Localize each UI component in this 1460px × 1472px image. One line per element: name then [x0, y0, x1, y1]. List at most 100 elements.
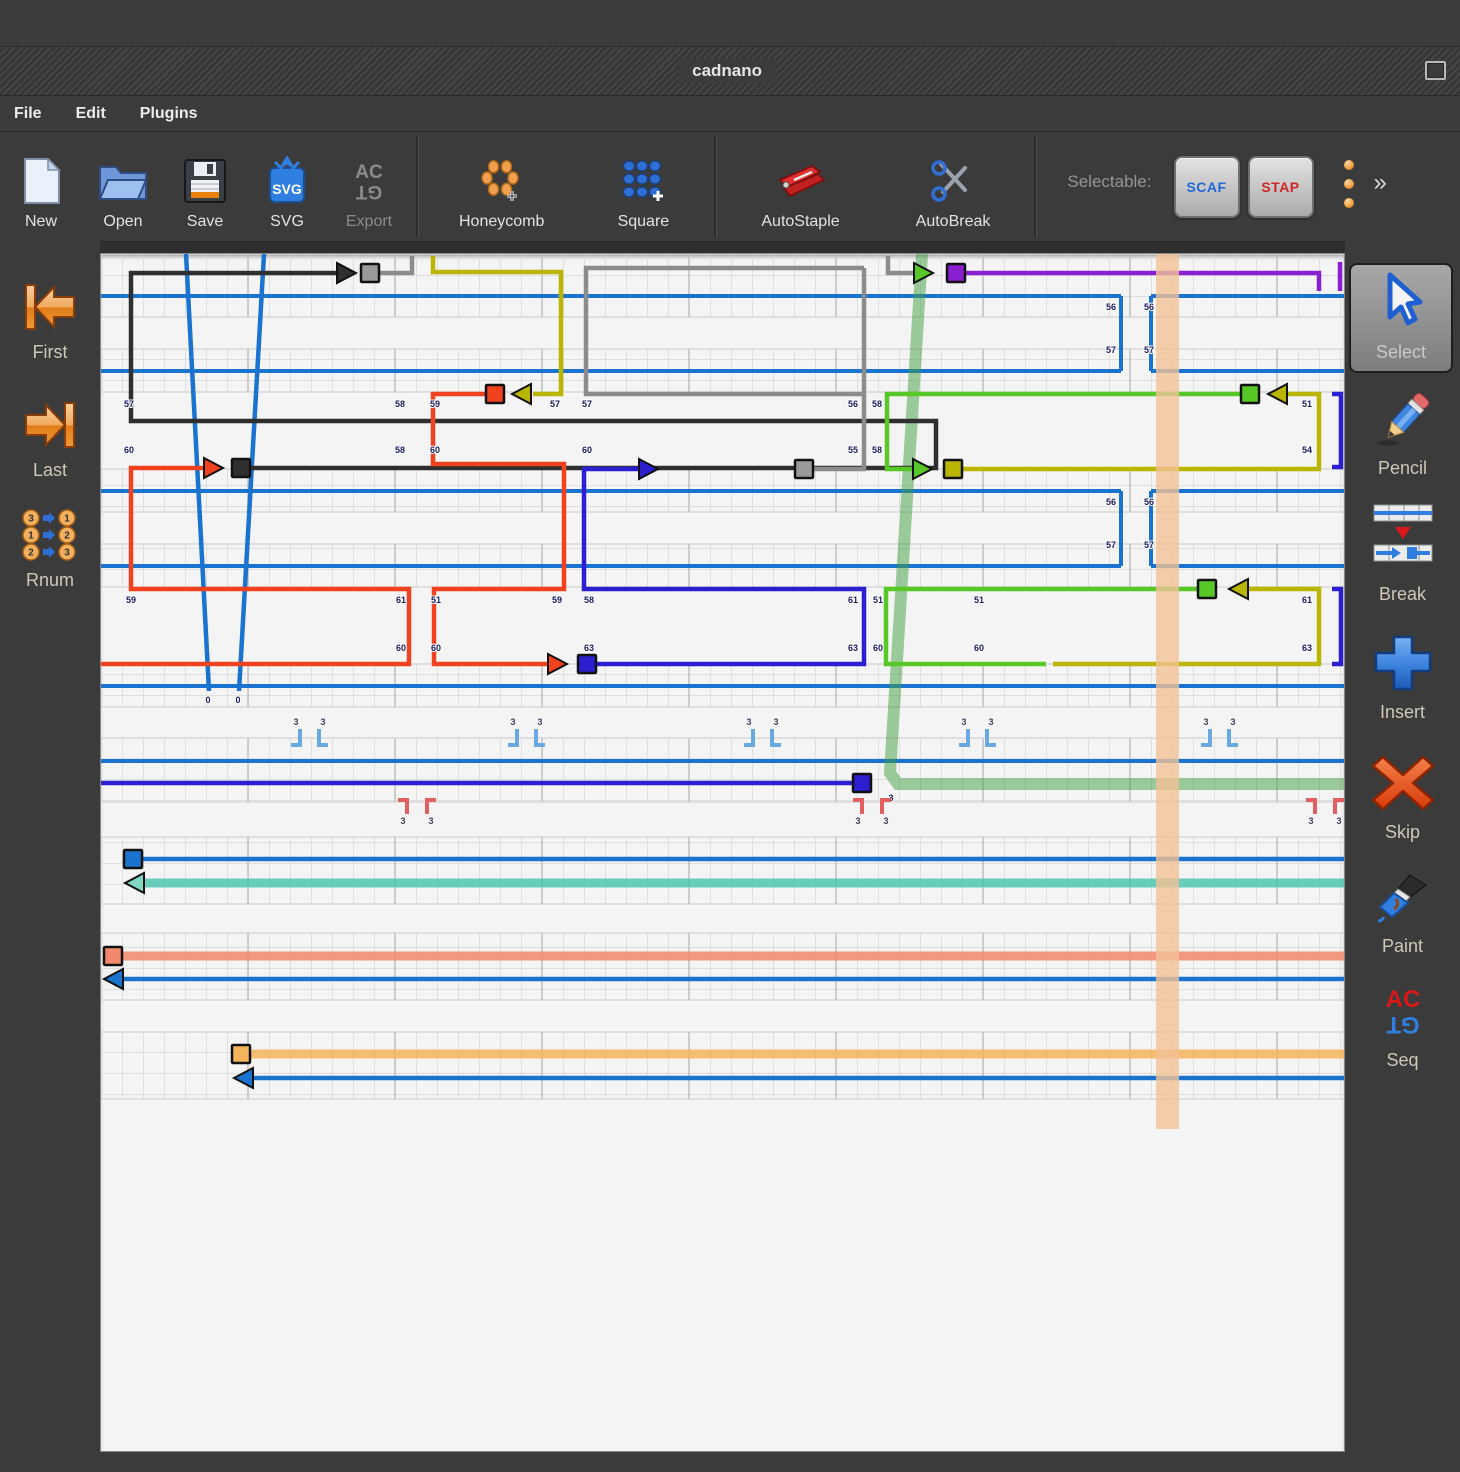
renumber-icon: 311223: [21, 509, 79, 566]
base-number-label: 57: [1144, 345, 1154, 355]
menu-file[interactable]: File: [14, 105, 42, 123]
insertion-count-label: 3: [537, 717, 542, 727]
base-number-label: 63: [1302, 643, 1312, 653]
tool-label: Paint: [1382, 936, 1423, 957]
tool-last-button[interactable]: Last: [0, 399, 100, 481]
base-number-label: 0: [205, 695, 210, 705]
base-number-label: 56: [1144, 302, 1154, 312]
base-number-label: 60: [396, 643, 406, 653]
toolbar-button-label: Save: [187, 213, 223, 231]
strand-endpoint-square[interactable]: [486, 385, 504, 403]
tool-label: Break: [1379, 584, 1426, 605]
toolbar-overflow-button[interactable]: »: [1374, 169, 1387, 197]
staple-darkblue-bracket-a[interactable]: [1332, 394, 1341, 467]
menu-edit[interactable]: Edit: [76, 105, 106, 123]
base-number-label: 0: [235, 695, 240, 705]
honeycomb-button[interactable]: Honeycomb: [425, 132, 578, 241]
save-button[interactable]: Save: [164, 132, 246, 241]
tool-rnum-button[interactable]: 311223Rnum: [0, 509, 100, 591]
tool-pencil-button[interactable]: Pencil: [1345, 393, 1460, 479]
toolbar-kebab-dots-icon: [1344, 160, 1354, 208]
svg-text:2: 2: [28, 548, 34, 559]
path-view-svg[interactable]: 5758595757565851605860605558545656575756…: [101, 254, 1346, 1453]
staple-green-b[interactable]: [886, 589, 1198, 664]
toolbar-button-label: SVG: [270, 213, 304, 231]
tool-select-button[interactable]: Select: [1349, 263, 1453, 373]
square-lattice-icon: [620, 155, 666, 207]
crossover-count-label: 3: [883, 816, 888, 826]
first-arrow-icon: [22, 281, 78, 338]
insertion-count-label: 3: [1230, 717, 1235, 727]
export-sequence-icon: ACGT: [347, 155, 391, 207]
base-number-label: 60: [873, 643, 883, 653]
svg-text:2: 2: [64, 531, 70, 542]
title-bar[interactable]: cadnano: [0, 47, 1460, 96]
base-number-label: 60: [431, 643, 441, 653]
strand-endpoint-square[interactable]: [578, 655, 596, 673]
insertion-count-label: 3: [773, 717, 778, 727]
strand-endpoint-square[interactable]: [944, 460, 962, 478]
base-number-label: 51: [873, 595, 883, 605]
strand-endpoint-square[interactable]: [124, 850, 142, 868]
base-number-label: 60: [974, 643, 984, 653]
tool-paint-button[interactable]: Paint: [1345, 873, 1460, 957]
autobreak-button[interactable]: AutoBreak: [878, 132, 1029, 241]
staple-olive-c[interactable]: [1053, 589, 1319, 664]
base-number-label: 63: [584, 643, 594, 653]
tool-seq-button[interactable]: ACGTSeq: [1345, 983, 1460, 1071]
toolbar-button-label: AutoStaple: [761, 213, 839, 231]
base-number-label: 60: [582, 445, 592, 455]
tool-first-button[interactable]: First: [0, 281, 100, 363]
new-button[interactable]: New: [0, 132, 82, 241]
strand-endpoint-square[interactable]: [853, 774, 871, 792]
base-number-label: 58: [584, 595, 594, 605]
strand-endpoint-square[interactable]: [1198, 580, 1216, 598]
insertion-count-label: 3: [988, 717, 993, 727]
tool-break-button[interactable]: Break: [1345, 503, 1460, 605]
strand-endpoint-square[interactable]: [104, 947, 122, 965]
crossover-count-label: 3: [1336, 816, 1341, 826]
staple-green-a[interactable]: [887, 394, 1242, 469]
base-number-label: 56: [1106, 302, 1116, 312]
honeycomb-lattice-icon: [479, 155, 525, 207]
base-number-label: 56: [1106, 497, 1116, 507]
base-number-label: 58: [872, 445, 882, 455]
strand-endpoint-square[interactable]: [361, 264, 379, 282]
autobreak-scissors-icon: [927, 155, 979, 207]
autostaple-button[interactable]: AutoStaple: [723, 132, 877, 241]
selectable-scaf-toggle[interactable]: SCAF: [1174, 156, 1240, 218]
right-tool-panel: Select Pencil Break Insert Skip Paint ACGTSeq: [1345, 241, 1460, 1472]
svg-text:3: 3: [64, 548, 70, 559]
base-number-label: 61: [848, 595, 858, 605]
export-button[interactable]: ACGTExport: [328, 132, 410, 241]
toolbar-separator: [714, 136, 717, 237]
strand-endpoint-square[interactable]: [232, 459, 250, 477]
staple-darkblue-bracket-b[interactable]: [1332, 589, 1341, 664]
strand-endpoint-square[interactable]: [947, 264, 965, 282]
strand-endpoint-square[interactable]: [1241, 385, 1259, 403]
insertion-count-label: 3: [293, 717, 298, 727]
strand-endpoint-square[interactable]: [232, 1045, 250, 1063]
window-restore-icon[interactable]: [1425, 61, 1446, 80]
path-view-canvas[interactable]: 5758595757565851605860605558545656575756…: [100, 253, 1345, 1452]
tool-insert-button[interactable]: Insert: [1345, 633, 1460, 723]
open-button[interactable]: Open: [82, 132, 164, 241]
crossover-count-label: 3: [428, 816, 433, 826]
insertion-count-label: 3: [961, 717, 966, 727]
base-number-label: 51: [431, 595, 441, 605]
svg-text:3: 3: [28, 514, 34, 525]
svg-button[interactable]: SVGSVG: [246, 132, 328, 241]
tool-skip-button[interactable]: Skip: [1345, 753, 1460, 843]
new-document-icon: [20, 155, 62, 207]
menu-plugins[interactable]: Plugins: [140, 105, 198, 123]
base-number-label: 57: [582, 399, 592, 409]
strand-endpoint-square[interactable]: [795, 460, 813, 478]
staple-olive-b[interactable]: [962, 394, 1319, 469]
break-strand-icon: [1372, 503, 1434, 580]
selectable-stap-toggle[interactable]: STAP: [1248, 156, 1314, 218]
toolbar-button-label: Open: [103, 213, 142, 231]
square-button[interactable]: Square: [578, 132, 708, 241]
peach-selection-band[interactable]: [1156, 254, 1179, 1129]
tool-label: Pencil: [1378, 458, 1427, 479]
staple-red[interactable]: [433, 394, 564, 664]
